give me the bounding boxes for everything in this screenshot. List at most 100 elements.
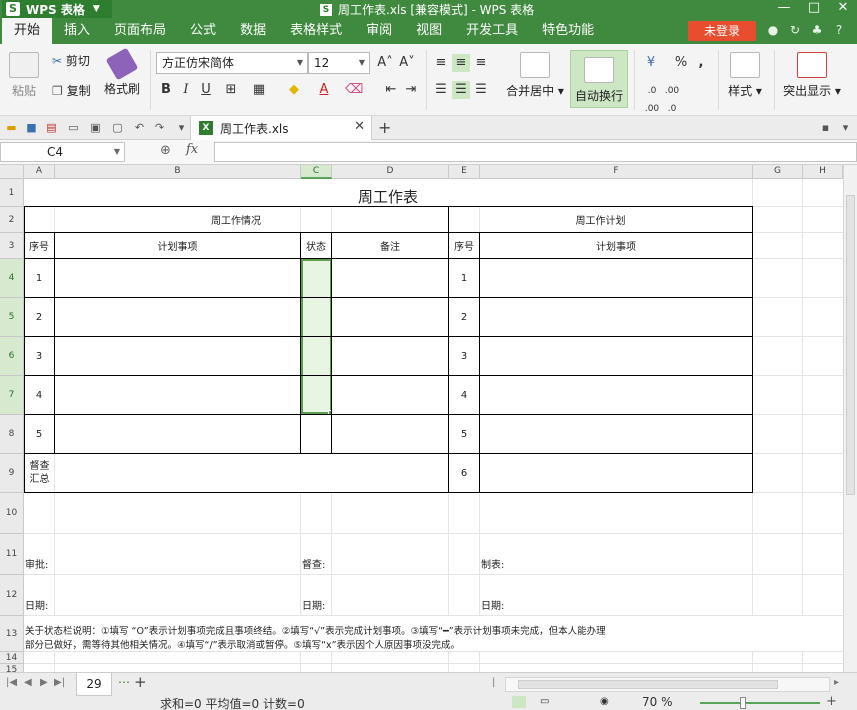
column-header[interactable]: H	[803, 165, 843, 179]
reading-view-icon[interactable]: ◉	[600, 696, 609, 707]
approve-label[interactable]: 审批:	[24, 534, 224, 574]
status-note-line-2[interactable]: 部分已做好，需等待其他相关情况。④填写“/”表示取消或暂停。⑤填写“x”表示因个…	[25, 637, 460, 651]
column-header[interactable]: D	[332, 165, 449, 179]
spellcheck-icon[interactable]: ▢	[110, 120, 125, 135]
row-number-cell[interactable]: 5	[24, 415, 54, 453]
date-label[interactable]: 日期:	[24, 575, 224, 615]
shirt-icon[interactable]: ♣	[810, 22, 824, 38]
formula-input[interactable]	[214, 142, 857, 162]
row-header[interactable]: 14	[0, 652, 24, 664]
section-header-left[interactable]: 周工作情况	[24, 207, 448, 232]
tab-review[interactable]: 审阅	[354, 18, 404, 44]
sheet-tab[interactable]: 29	[76, 673, 112, 696]
comma-button[interactable]: ,	[692, 54, 710, 72]
date-label[interactable]: 日期:	[480, 575, 680, 615]
currency-icon[interactable]: ¥	[642, 54, 660, 72]
zoom-slider-knob[interactable]	[740, 697, 746, 709]
row-header[interactable]: 1	[0, 179, 24, 207]
row-header-selected[interactable]: 7	[0, 376, 24, 415]
row-header[interactable]: 2	[0, 207, 24, 233]
zoom-level[interactable]: 70 %	[642, 695, 673, 709]
increase-decimal-icon[interactable]: .0.00	[643, 82, 661, 114]
format-painter-button[interactable]: 格式刷	[102, 47, 142, 97]
header-seq[interactable]: 序号	[24, 233, 54, 258]
column-header[interactable]: G	[753, 165, 803, 179]
tab-special[interactable]: 特色功能	[530, 18, 606, 44]
column-header[interactable]: A	[24, 165, 55, 179]
more-sheets-icon[interactable]: ⋯	[118, 675, 130, 689]
decrease-font-icon[interactable]: A˅	[398, 54, 416, 72]
tab-table-style[interactable]: 表格样式	[278, 18, 354, 44]
row-header[interactable]: 12	[0, 575, 24, 616]
font-size-select[interactable]: 12 ▼	[308, 52, 370, 74]
tab-insert[interactable]: 插入	[52, 18, 102, 44]
merge-center-button[interactable]: 合并居中 ▾	[500, 52, 570, 99]
align-center-icon[interactable]: ☰	[452, 81, 470, 99]
header-seq-right[interactable]: 序号	[449, 233, 479, 258]
borders-icon[interactable]: ⊞	[222, 81, 240, 99]
inspect-label[interactable]: 督查:	[301, 534, 441, 574]
insert-function-icon[interactable]: fx	[186, 142, 198, 157]
indent-increase-icon[interactable]: ⇥	[402, 81, 420, 99]
row-number-cell[interactable]: 4	[24, 376, 54, 414]
skin-icon[interactable]: ●	[766, 22, 780, 38]
font-name-select[interactable]: 方正仿宋简体 ▼	[156, 52, 308, 74]
sync-icon[interactable]: ↻	[788, 22, 802, 38]
row-number-cell[interactable]: 3	[24, 337, 54, 375]
customize-chevron-icon[interactable]: ▾	[174, 120, 189, 135]
tab-view[interactable]: 视图	[404, 18, 454, 44]
summary-label[interactable]: 督查汇总	[25, 454, 54, 492]
normal-view-icon[interactable]	[512, 696, 526, 708]
tab-data[interactable]: 数据	[228, 18, 278, 44]
login-button[interactable]: 未登录	[688, 21, 756, 41]
redo-icon[interactable]: ↷	[152, 120, 167, 135]
style-button[interactable]: 样式 ▾	[722, 52, 768, 99]
plan-number-cell[interactable]: 3	[449, 337, 479, 375]
status-note-line-1[interactable]: 关于状态栏说明：①填写 “O”表示计划事项完成且事项终结。②填写“√”表示完成计…	[25, 623, 606, 637]
first-sheet-icon[interactable]: |◀	[6, 677, 17, 688]
column-header-selected[interactable]: C	[301, 165, 332, 179]
export-pdf-icon[interactable]: ▤	[44, 120, 59, 135]
scroll-left-icon[interactable]: |	[492, 677, 495, 688]
fill-pattern-icon[interactable]: ▦	[250, 81, 268, 99]
close-icon[interactable]: ✕	[354, 119, 365, 134]
zoom-search-icon[interactable]: ⊕	[160, 143, 171, 158]
row-header-selected[interactable]: 4	[0, 259, 24, 298]
plan-number-cell[interactable]: 5	[449, 415, 479, 453]
print-icon[interactable]: ▭	[66, 120, 81, 135]
row-number-cell[interactable]: 1	[24, 259, 54, 297]
plan-number-cell[interactable]: 6	[449, 454, 479, 492]
highlight-button[interactable]: 突出显示 ▾	[780, 52, 844, 99]
horizontal-scroll-thumb[interactable]	[518, 680, 778, 689]
decrease-decimal-icon[interactable]: .00.0	[663, 82, 681, 114]
column-header[interactable]: B	[55, 165, 301, 179]
header-note[interactable]: 备注	[332, 233, 448, 258]
copy-button[interactable]: ❐ 复制	[52, 82, 91, 99]
row-header[interactable]: 11	[0, 534, 24, 575]
plan-number-cell[interactable]: 4	[449, 376, 479, 414]
maximize-button[interactable]: □	[800, 0, 828, 18]
vertical-scrollbar[interactable]	[843, 165, 857, 672]
plan-number-cell[interactable]: 1	[449, 259, 479, 297]
row-header-selected[interactable]: 6	[0, 337, 24, 376]
minimize-button[interactable]: —	[770, 0, 798, 18]
add-sheet-icon[interactable]: +	[134, 673, 147, 691]
close-doc-icon[interactable]: ▾	[838, 120, 853, 135]
horizontal-scrollbar[interactable]	[505, 677, 830, 692]
clear-format-icon[interactable]: ⌫	[345, 81, 363, 99]
header-plan-right[interactable]: 计划事项	[480, 233, 752, 258]
align-left-icon[interactable]: ☰	[432, 81, 450, 99]
app-menu-button[interactable]: S WPS 表格 ▼	[2, 0, 112, 18]
section-header-right[interactable]: 周工作计划	[449, 207, 752, 232]
row-header[interactable]: 10	[0, 493, 24, 534]
zoom-in-icon[interactable]: +	[826, 694, 837, 709]
close-window-button[interactable]: ✕	[829, 0, 857, 18]
save-icon[interactable]: ■	[24, 120, 39, 135]
new-tab-icon[interactable]: +	[378, 118, 391, 137]
font-color-icon[interactable]: A	[315, 81, 333, 99]
restore-icon[interactable]: ▪	[818, 120, 833, 135]
cut-button[interactable]: ✂ 剪切	[52, 52, 90, 69]
next-sheet-icon[interactable]: ▶	[40, 677, 48, 688]
tab-formulas[interactable]: 公式	[178, 18, 228, 44]
underline-icon[interactable]: U	[197, 81, 215, 99]
